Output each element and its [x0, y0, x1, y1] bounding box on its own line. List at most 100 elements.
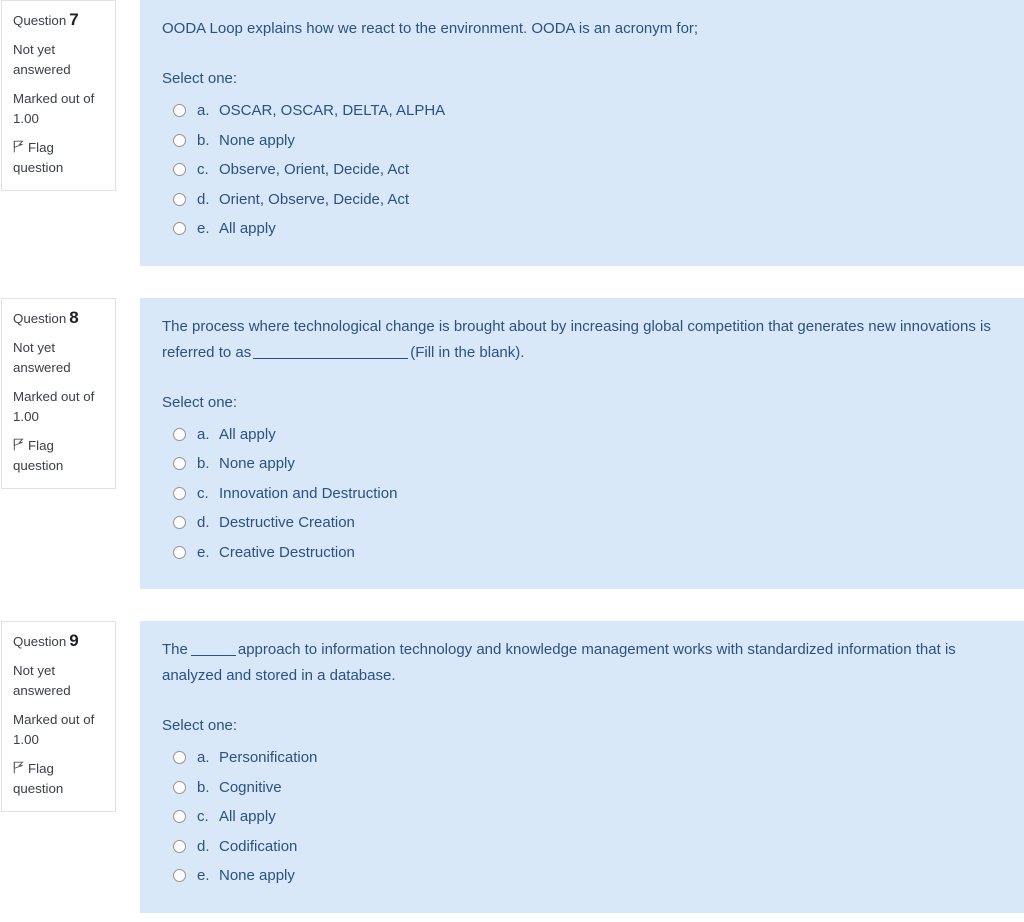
radio-unchecked-icon[interactable] [173, 192, 186, 206]
option-letter: d. [197, 190, 210, 208]
option-text: Personification [219, 749, 318, 767]
answer-option[interactable]: c. Innovation and Destruction [162, 479, 1004, 509]
flag-outline-icon [13, 437, 24, 450]
option-text: None apply [219, 455, 295, 473]
question-text: The approach to information technology an… [162, 637, 1004, 689]
question-block: Question 7 Not yet answered Marked out of… [0, 0, 1024, 266]
option-text: Destructive Creation [219, 514, 355, 532]
radio-unchecked-icon[interactable] [173, 780, 186, 794]
page-bottom-spacer [0, 912, 1024, 922]
answer-options-list: a. OSCAR, OSCAR, DELTA, ALPHA b. None ap… [162, 96, 1004, 244]
question-status: Not yet answered [13, 663, 71, 698]
answer-option[interactable]: d. Orient, Observe, Decide, Act [162, 185, 1004, 215]
question-number: 9 [69, 631, 79, 650]
question-word-label: Question [13, 310, 67, 326]
radio-unchecked-icon[interactable] [173, 839, 186, 853]
question-status: Not yet answered [13, 339, 71, 375]
block-spacer [0, 265, 1024, 298]
option-letter: b. [197, 131, 210, 149]
fill-in-blank [253, 344, 409, 359]
answer-option[interactable]: a. All apply [162, 420, 1004, 450]
flag-question-link[interactable]: Flag question [13, 759, 104, 799]
option-letter: e. [197, 867, 210, 885]
option-text: Innovation and Destruction [219, 484, 398, 502]
option-text: None apply [219, 131, 295, 149]
radio-unchecked-icon[interactable] [173, 222, 186, 236]
option-letter: a. [197, 749, 210, 767]
radio-unchecked-icon[interactable] [173, 810, 186, 824]
flag-outline-icon [13, 760, 24, 774]
radio-unchecked-icon[interactable] [173, 545, 186, 559]
answer-option[interactable]: a. Personification [162, 743, 1004, 773]
select-one-label: Select one: [162, 717, 238, 734]
option-text: All apply [219, 425, 276, 443]
answer-option[interactable]: d. Destructive Creation [162, 508, 1004, 538]
question-info-box: Question 7 Not yet answered Marked out of… [1, 0, 116, 191]
answer-option[interactable]: d. Codification [162, 832, 1004, 862]
question-text: The process where technological change i… [162, 314, 1004, 366]
option-letter: a. [197, 102, 210, 120]
answer-option[interactable]: b. Cognitive [162, 773, 1004, 803]
answer-options-list: a. Personification b. Cognitive c. All a… [162, 743, 1004, 891]
question-marks: Marked out of 1.00 [13, 712, 95, 747]
question-text-after: (Fill in the blank). [410, 343, 525, 361]
flag-question-link[interactable]: Flag question [13, 436, 104, 476]
option-letter: e. [197, 543, 210, 561]
answer-option[interactable]: c. Observe, Orient, Decide, Act [162, 155, 1004, 185]
radio-unchecked-icon[interactable] [173, 457, 186, 471]
radio-unchecked-icon[interactable] [173, 163, 186, 177]
radio-unchecked-icon[interactable] [173, 869, 186, 883]
option-text: None apply [219, 867, 295, 885]
question-content-panel: The process where technological change i… [140, 297, 1024, 589]
answer-option[interactable]: e. All apply [162, 214, 1004, 244]
radio-unchecked-icon[interactable] [173, 516, 186, 530]
question-block: Question 8 Not yet answered Marked out of… [0, 297, 1024, 589]
radio-unchecked-icon[interactable] [173, 133, 186, 147]
answer-options-list: a. All apply b. None apply c. Innovation… [162, 420, 1004, 568]
radio-unchecked-icon[interactable] [173, 486, 186, 500]
radio-unchecked-icon[interactable] [173, 427, 186, 441]
option-text: Observe, Orient, Decide, Act [219, 161, 410, 179]
question-heading: Question 9 [13, 631, 104, 651]
question-info-box: Question 9 Not yet answered Marked out of… [1, 621, 116, 812]
question-marks: Marked out of 1.00 [13, 91, 95, 126]
option-letter: e. [197, 220, 210, 238]
question-marks: Marked out of 1.00 [13, 388, 95, 424]
question-info-column: Question 8 Not yet answered Marked out of… [0, 297, 140, 489]
question-word-label: Question [13, 634, 67, 649]
option-letter: d. [197, 837, 210, 855]
answer-option[interactable]: b. None apply [162, 449, 1004, 479]
question-text-before: OODA Loop explains how we react to the e… [162, 20, 699, 37]
option-text: Orient, Observe, Decide, Act [219, 190, 410, 208]
option-text: Cognitive [219, 778, 282, 796]
flag-question-link[interactable]: Flag question [13, 138, 104, 178]
select-one-label: Select one: [162, 70, 238, 87]
option-letter: c. [197, 161, 209, 179]
question-text: OODA Loop explains how we react to the e… [162, 16, 1004, 42]
select-one-label: Select one: [162, 393, 238, 411]
option-text: All apply [219, 220, 276, 238]
answer-option[interactable]: e. None apply [162, 861, 1004, 891]
answer-option[interactable]: b. None apply [162, 126, 1004, 156]
answer-option[interactable]: e. Creative Destruction [162, 538, 1004, 568]
radio-unchecked-icon[interactable] [173, 751, 186, 765]
question-heading: Question 7 [13, 10, 104, 30]
question-status: Not yet answered [13, 42, 71, 77]
question-block: Question 9 Not yet answered Marked out of… [0, 621, 1024, 913]
option-text: Codification [219, 837, 298, 855]
question-info-box: Question 8 Not yet answered Marked out of… [1, 297, 116, 489]
option-letter: d. [197, 514, 210, 532]
option-text: Creative Destruction [219, 543, 355, 561]
option-text: All apply [219, 808, 276, 826]
option-text: OSCAR, OSCAR, DELTA, ALPHA [219, 102, 446, 120]
question-heading: Question 8 [13, 308, 104, 328]
radio-unchecked-icon[interactable] [173, 104, 186, 118]
question-info-column: Question 7 Not yet answered Marked out of… [0, 0, 140, 191]
question-text-after: approach to information technology and k… [162, 641, 956, 684]
question-word-label: Question [13, 13, 67, 28]
answer-option[interactable]: a. OSCAR, OSCAR, DELTA, ALPHA [162, 96, 1004, 126]
question-content-panel: The approach to information technology an… [140, 621, 1024, 913]
option-letter: b. [197, 778, 210, 796]
answer-option[interactable]: c. All apply [162, 802, 1004, 832]
question-number: 8 [69, 307, 79, 327]
